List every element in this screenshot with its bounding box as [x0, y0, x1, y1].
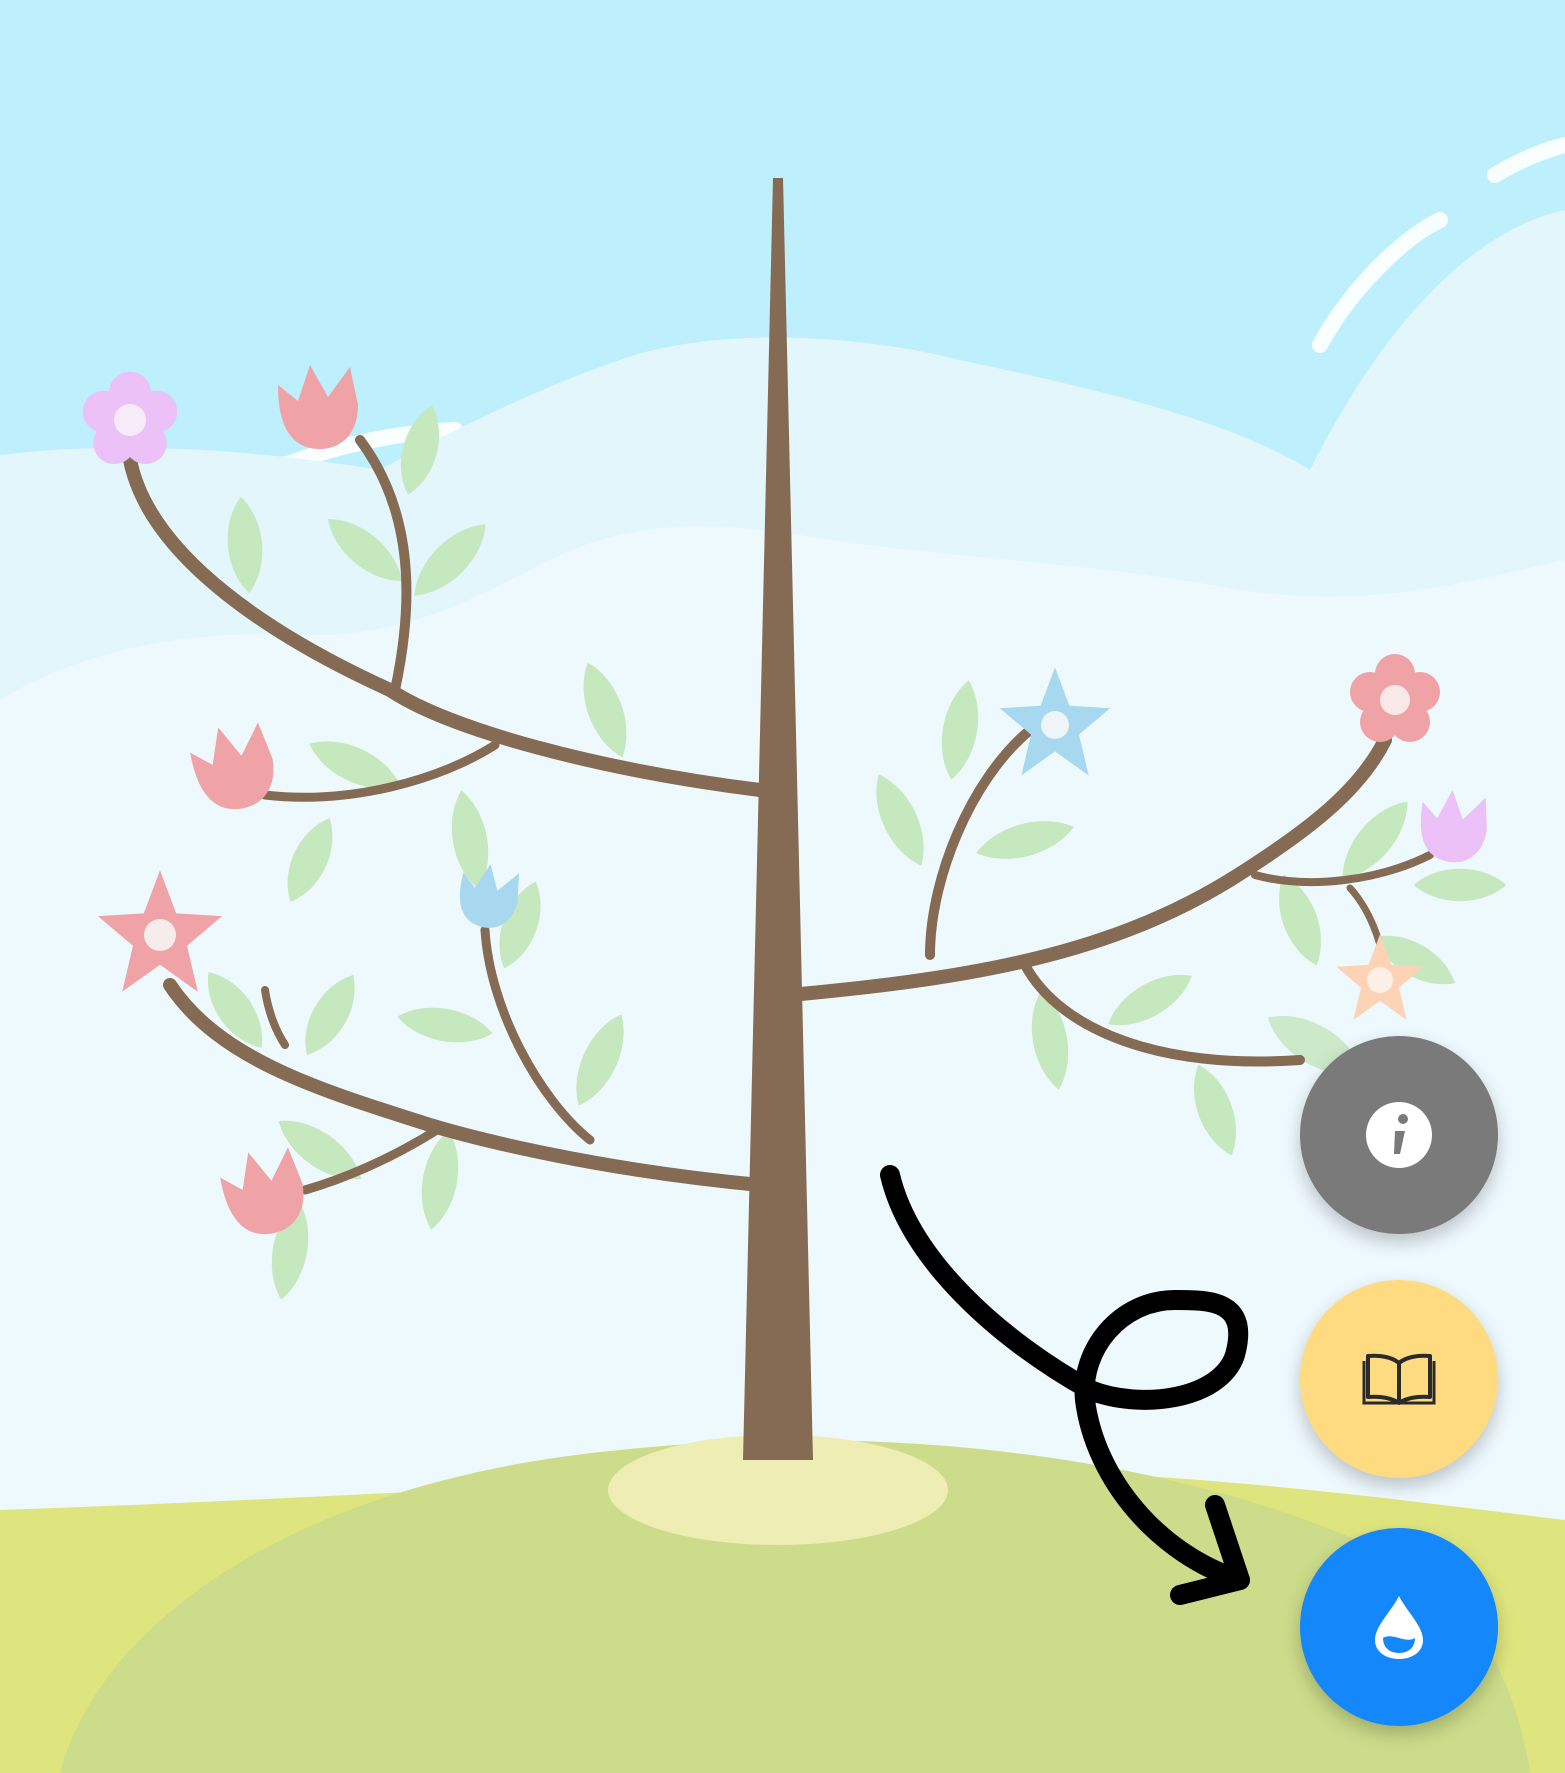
water-button[interactable]: [1300, 1528, 1498, 1726]
info-button[interactable]: [1300, 1036, 1498, 1234]
open-book-icon: [1362, 1353, 1436, 1405]
water-drop-icon: [1375, 1596, 1423, 1659]
book-button[interactable]: [1300, 1280, 1498, 1478]
garden-background: [0, 0, 1565, 1773]
info-icon: [1366, 1102, 1432, 1168]
garden-scene: [0, 0, 1565, 1773]
